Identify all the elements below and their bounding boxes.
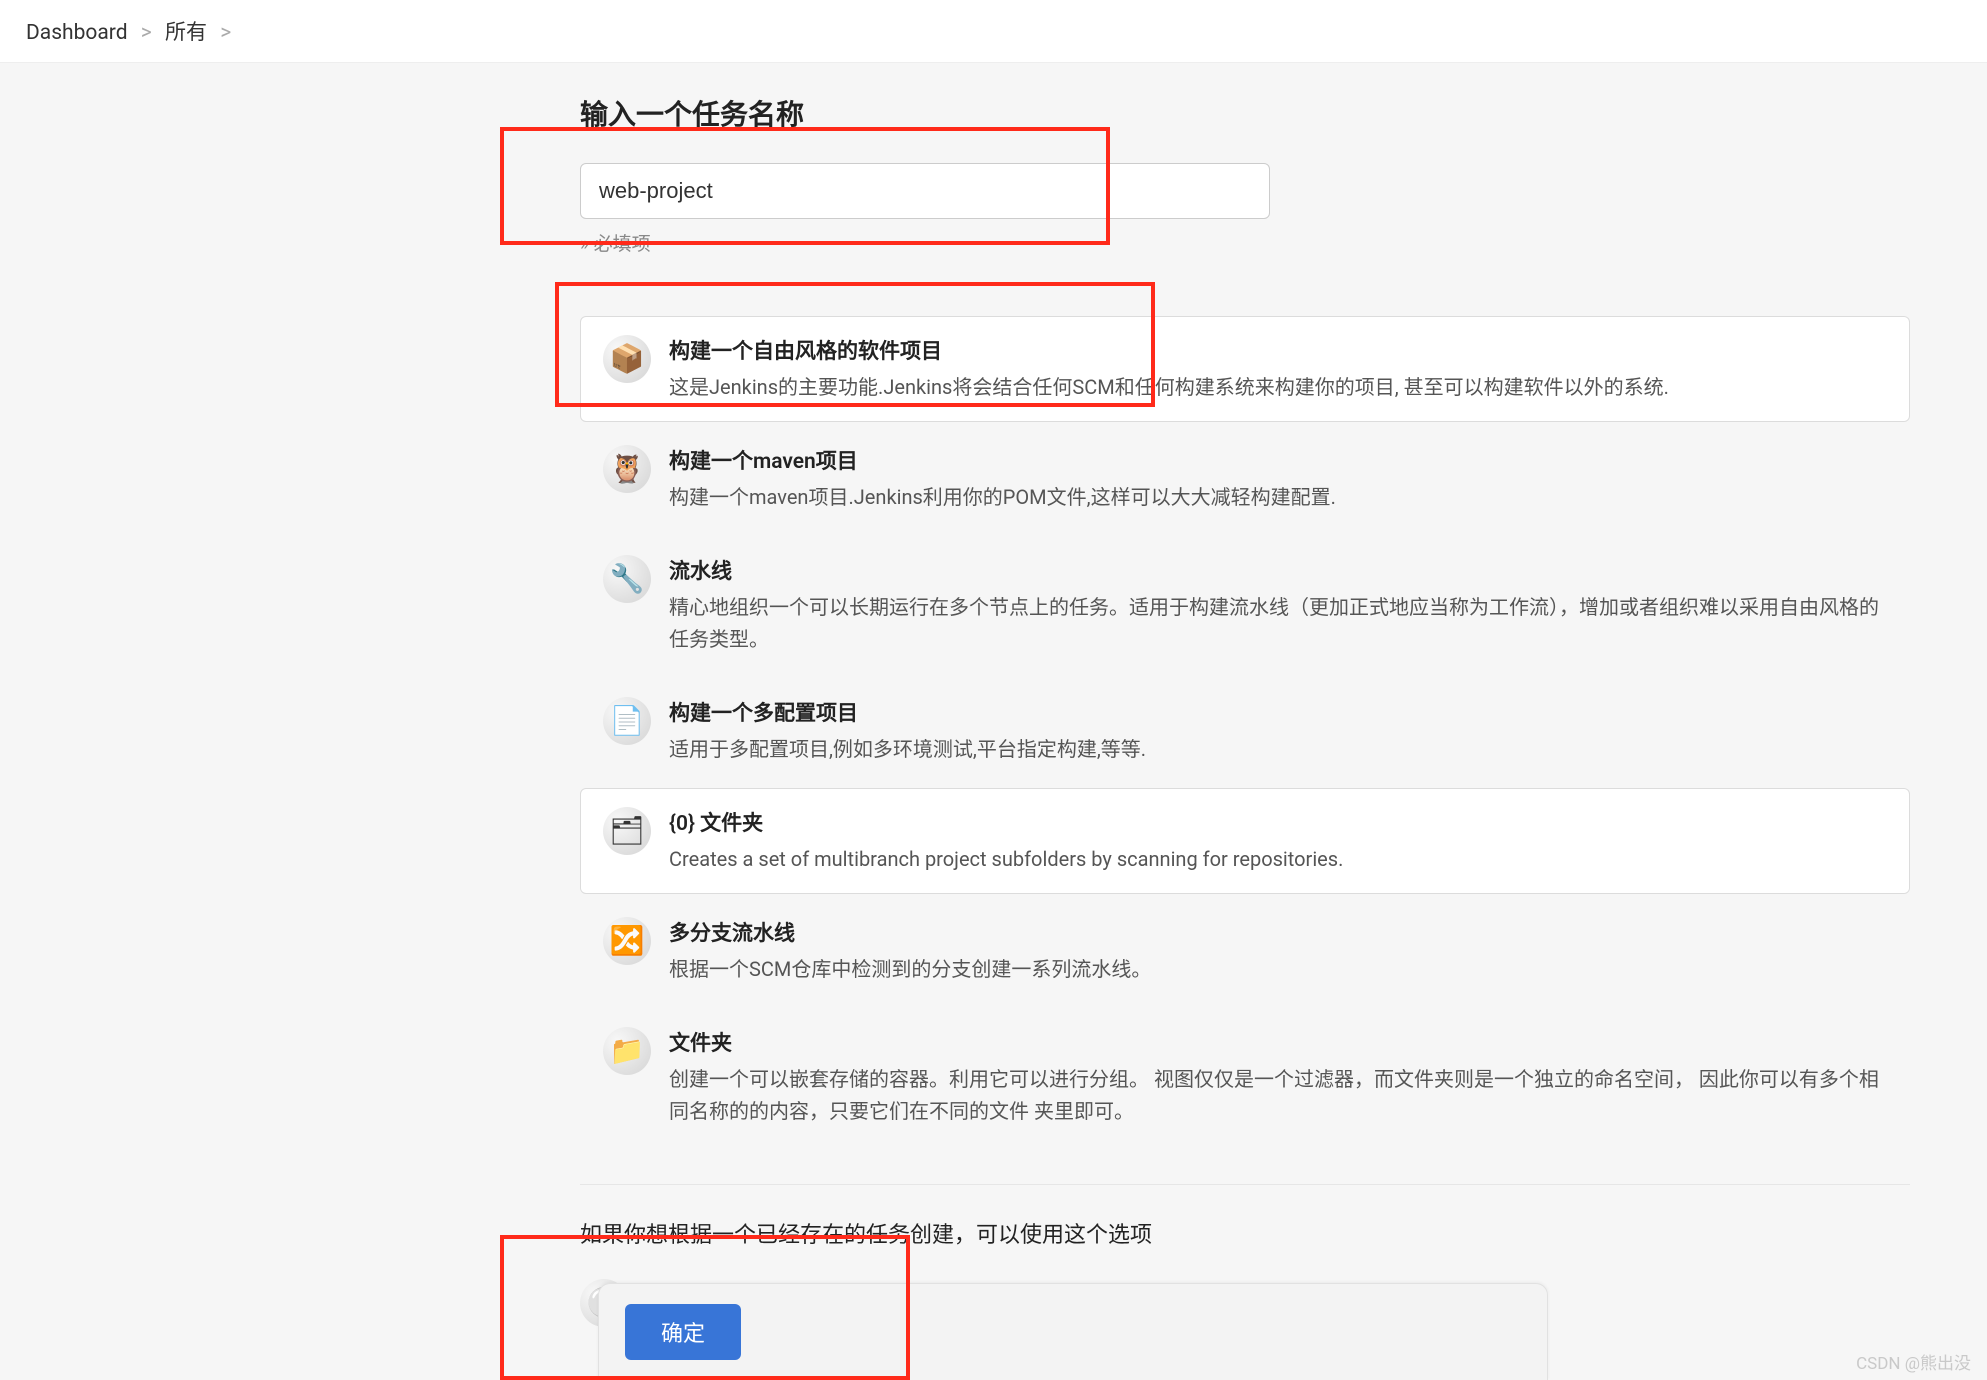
item-type-desc: 构建一个maven项目.Jenkins利用你的POM文件,这样可以大大减轻构建配… xyxy=(669,481,1887,513)
item-type-title: 文件夹 xyxy=(669,1027,1887,1057)
pipeline-icon: 🔧 xyxy=(603,555,651,603)
item-type-title: 构建一个多配置项目 xyxy=(669,697,1887,727)
item-type-title: 构建一个maven项目 xyxy=(669,445,1887,475)
footer-bar: 确定 xyxy=(598,1283,1548,1380)
item-type-multibranch[interactable]: 🔀 多分支流水线 根据一个SCM仓库中检测到的分支创建一系列流水线。 xyxy=(580,898,1910,1004)
ok-button[interactable]: 确定 xyxy=(625,1304,741,1360)
breadcrumb: Dashboard > 所有 > xyxy=(0,0,1987,63)
required-note: » 必填项 xyxy=(580,229,1910,256)
item-type-desc: 创建一个可以嵌套存储的容器。利用它可以进行分组。 视图仅仅是一个过滤器，而文件夹… xyxy=(669,1063,1887,1127)
package-icon: 📦 xyxy=(603,335,651,383)
item-type-title: 多分支流水线 xyxy=(669,917,1887,947)
folder-icon: 📁 xyxy=(603,1027,651,1075)
item-type-multiconfig[interactable]: 📄 构建一个多配置项目 适用于多配置项目,例如多环境测试,平台指定构建,等等. xyxy=(580,678,1910,784)
chevron-right-icon: > xyxy=(212,21,239,45)
item-type-title: 流水线 xyxy=(669,555,1887,585)
item-type-desc: 适用于多配置项目,例如多环境测试,平台指定构建,等等. xyxy=(669,733,1887,765)
item-type-title: 构建一个自由风格的软件项目 xyxy=(669,335,1887,365)
item-type-desc: Creates a set of multibranch project sub… xyxy=(669,843,1887,875)
item-type-folder[interactable]: 📁 文件夹 创建一个可以嵌套存储的容器。利用它可以进行分组。 视图仅仅是一个过滤… xyxy=(580,1008,1910,1146)
item-type-desc: 根据一个SCM仓库中检测到的分支创建一系列流水线。 xyxy=(669,953,1887,985)
item-type-list: 📦 构建一个自由风格的软件项目 这是Jenkins的主要功能.Jenkins将会… xyxy=(580,316,1910,1146)
breadcrumb-all[interactable]: 所有 xyxy=(165,21,207,45)
chevron-right-icon: > xyxy=(133,21,160,45)
multibranch-icon: 🔀 xyxy=(603,917,651,965)
copy-section-heading: 如果你想根据一个已经存在的任务创建，可以使用这个选项 xyxy=(580,1217,1910,1249)
item-type-maven[interactable]: 🦉 构建一个maven项目 构建一个maven项目.Jenkins利用你的POM… xyxy=(580,426,1910,532)
item-name-input[interactable] xyxy=(580,163,1270,219)
item-type-desc: 这是Jenkins的主要功能.Jenkins将会结合任何SCM和任何构建系统来构… xyxy=(669,371,1887,403)
orgfolder-icon: 🗂 xyxy=(603,807,651,855)
item-type-pipeline[interactable]: 🔧 流水线 精心地组织一个可以长期运行在多个节点上的任务。适用于构建流水线（更加… xyxy=(580,536,1910,674)
item-type-orgfolder[interactable]: 🗂 {0} 文件夹 Creates a set of multibranch p… xyxy=(580,788,1910,894)
breadcrumb-dashboard[interactable]: Dashboard xyxy=(26,21,128,45)
item-type-desc: 精心地组织一个可以长期运行在多个节点上的任务。适用于构建流水线（更加正式地应当称… xyxy=(669,591,1887,655)
sidebar-spacer xyxy=(0,63,550,1375)
item-type-freestyle[interactable]: 📦 构建一个自由风格的软件项目 这是Jenkins的主要功能.Jenkins将会… xyxy=(580,316,1910,422)
maven-icon: 🦉 xyxy=(603,445,651,493)
page-title: 输入一个任务名称 xyxy=(580,93,1910,133)
watermark: CSDN @熊出没 xyxy=(1856,1349,1971,1374)
item-type-title: {0} 文件夹 xyxy=(669,807,1887,837)
multiconfig-icon: 📄 xyxy=(603,697,651,745)
